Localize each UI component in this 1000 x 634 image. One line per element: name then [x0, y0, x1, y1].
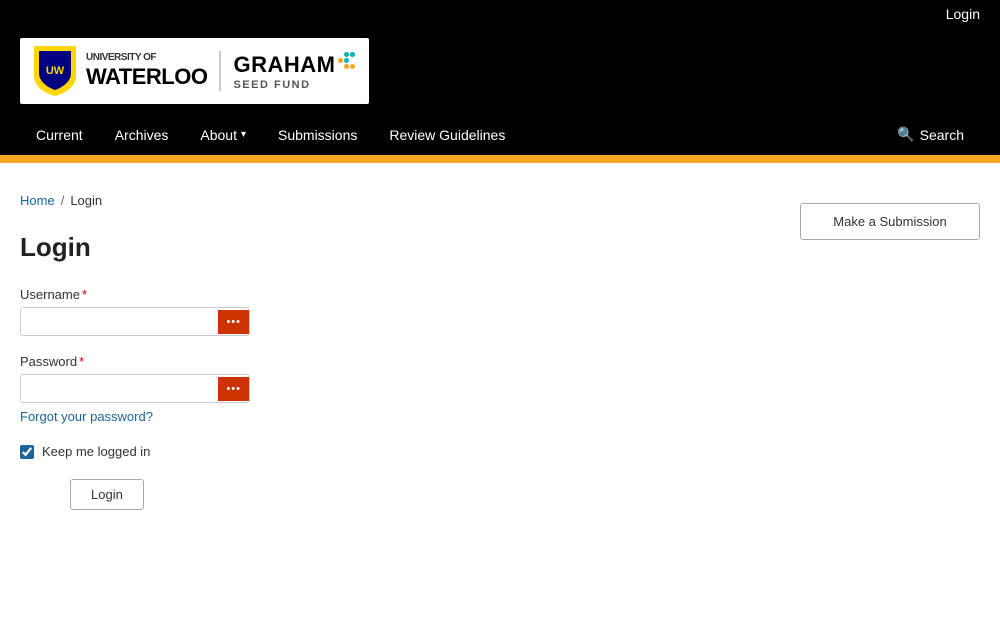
- sidebar: Make a Submission: [780, 183, 1000, 520]
- nav-item-current[interactable]: Current: [20, 115, 99, 155]
- svg-text:UW: UW: [46, 65, 65, 77]
- keep-logged-in-checkbox[interactable]: [20, 445, 34, 459]
- logo-divider: [219, 51, 221, 91]
- content-wrapper: Home / Login Login Username* ••• Passwor…: [0, 163, 1000, 540]
- gold-bar: [0, 155, 1000, 163]
- username-input-wrapper: •••: [20, 307, 250, 336]
- logo-area: UW UNIVERSITY OF WATERLOO GRAHAM: [0, 28, 1000, 114]
- nav-item-submissions[interactable]: Submissions: [262, 115, 373, 155]
- logo-uw-text: UNIVERSITY OF WATERLOO: [86, 52, 207, 90]
- graham-label: GRAHAM: [233, 52, 335, 78]
- breadcrumb-home[interactable]: Home: [20, 193, 55, 208]
- password-group: Password* ••• Forgot your password?: [20, 354, 740, 424]
- forgot-password-link[interactable]: Forgot your password?: [20, 409, 740, 424]
- nav-item-about[interactable]: About ▾: [184, 115, 262, 155]
- keep-logged-in-label: Keep me logged in: [42, 444, 150, 459]
- topbar-login-link[interactable]: Login: [946, 6, 980, 22]
- chevron-down-icon: ▾: [241, 129, 246, 140]
- logo-graham: GRAHAM SEED FUND: [233, 52, 355, 91]
- search-icon: 🔍: [897, 126, 914, 143]
- breadcrumb-current: Login: [70, 193, 102, 208]
- search-label: Search: [920, 127, 964, 143]
- password-input-wrapper: •••: [20, 374, 250, 403]
- main-nav: Current Archives About ▾ Submissions Rev…: [0, 114, 1000, 155]
- breadcrumb: Home / Login: [20, 193, 740, 208]
- breadcrumb-separator: /: [61, 193, 65, 208]
- seed-fund-label: SEED FUND: [233, 79, 310, 91]
- logo-box[interactable]: UW UNIVERSITY OF WATERLOO GRAHAM: [20, 38, 369, 104]
- nav-search[interactable]: 🔍 Search: [881, 114, 980, 155]
- password-input[interactable]: [21, 375, 218, 402]
- username-toggle-btn[interactable]: •••: [218, 310, 249, 334]
- password-toggle-btn[interactable]: •••: [218, 377, 249, 401]
- top-bar: Login: [0, 0, 1000, 28]
- username-input[interactable]: [21, 308, 218, 335]
- uw-shield-icon: UW: [34, 46, 76, 96]
- password-required: *: [79, 354, 84, 369]
- graham-dots: [338, 52, 355, 69]
- username-group: Username* •••: [20, 287, 740, 336]
- nav-item-review-guidelines[interactable]: Review Guidelines: [373, 115, 521, 155]
- username-required: *: [82, 287, 87, 302]
- username-label: Username*: [20, 287, 740, 302]
- main-content: Home / Login Login Username* ••• Passwor…: [0, 183, 760, 520]
- login-title: Login: [20, 232, 740, 263]
- make-submission-button[interactable]: Make a Submission: [800, 203, 980, 240]
- login-button[interactable]: Login: [70, 479, 144, 510]
- nav-item-archives[interactable]: Archives: [99, 115, 185, 155]
- password-label: Password*: [20, 354, 740, 369]
- keep-logged-in-group: Keep me logged in: [20, 444, 740, 459]
